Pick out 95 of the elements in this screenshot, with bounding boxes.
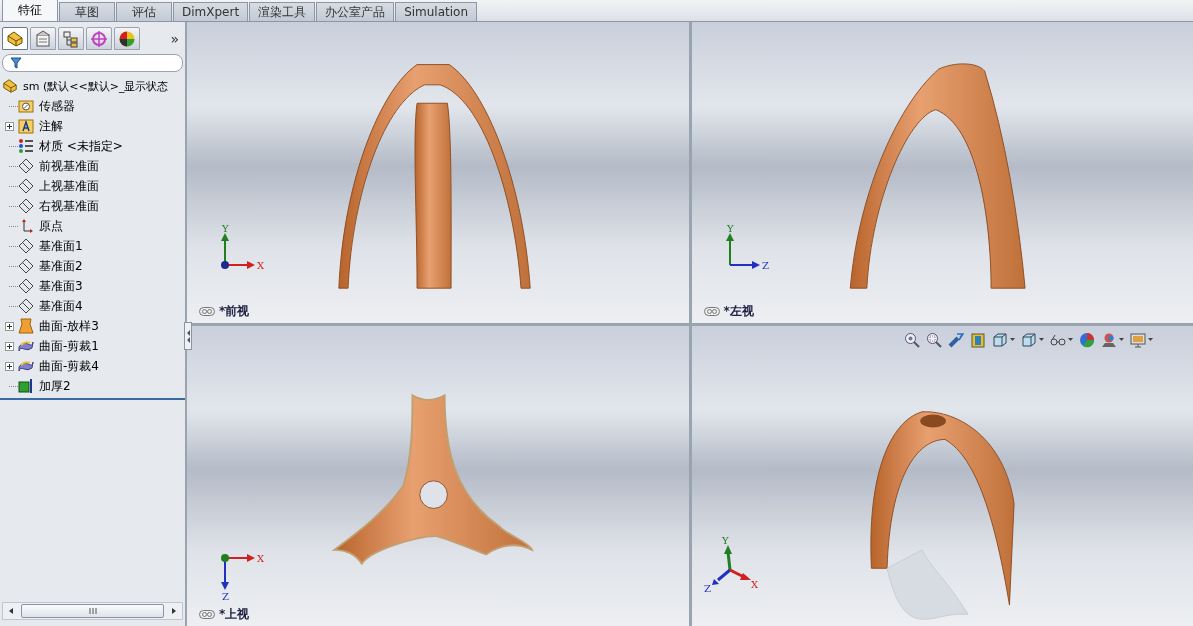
- zoom-icon[interactable]: [904, 331, 920, 348]
- expand-icon[interactable]: [5, 361, 14, 371]
- more-tabs-button[interactable]: »: [170, 30, 179, 47]
- origin-dot: [221, 260, 229, 269]
- scroll-thumb[interactable]: [21, 604, 164, 618]
- tree-item[interactable]: 注解: [39, 117, 63, 135]
- caret-icon[interactable]: [1039, 338, 1044, 341]
- section-view-icon[interactable]: [970, 331, 986, 348]
- axis-label: Z: [222, 591, 229, 602]
- part-icon: [2, 78, 18, 94]
- link-icon[interactable]: [199, 306, 215, 316]
- ribbon-tab[interactable]: Simulation: [395, 2, 478, 21]
- plane-icon: [18, 278, 34, 294]
- z-axis-arrow: [728, 260, 760, 269]
- y-axis-arrow: [723, 545, 732, 571]
- axis-label: Y: [726, 224, 734, 234]
- link-icon[interactable]: [703, 306, 720, 316]
- plane-icon: [18, 198, 34, 214]
- cube-view-icon[interactable]: [992, 331, 1008, 348]
- tree-item[interactable]: 原点: [39, 217, 63, 235]
- caret-icon[interactable]: [1148, 338, 1153, 341]
- trim-surface-icon: [18, 338, 34, 354]
- tree-item[interactable]: 右视基准面: [39, 197, 99, 215]
- expand-icon[interactable]: [5, 121, 14, 131]
- caret-icon[interactable]: [1119, 338, 1124, 341]
- annotation-folder-icon: [18, 118, 34, 134]
- link-icon[interactable]: [199, 610, 215, 619]
- expand-icon[interactable]: [5, 341, 14, 351]
- origin-dot: [221, 554, 229, 562]
- y-axis-arrow: [725, 232, 734, 266]
- axis-label: Y: [222, 224, 229, 234]
- panel-collapse-handle[interactable]: [184, 322, 192, 350]
- view-name: *左视: [723, 302, 754, 320]
- ribbon-tab[interactable]: 草图: [59, 2, 115, 21]
- tree-item[interactable]: 曲面-剪裁1: [39, 337, 99, 355]
- axis-label: Y: [721, 536, 729, 546]
- tree-item[interactable]: 上视基准面: [39, 177, 99, 195]
- axis-label: X: [257, 553, 265, 564]
- ribbon-tab[interactable]: 特征: [2, 0, 58, 21]
- zoom-area-icon[interactable]: [926, 331, 942, 348]
- tree-item[interactable]: 曲面-剪裁4: [39, 357, 99, 375]
- monitor-icon[interactable]: [1130, 331, 1146, 348]
- tree-item[interactable]: 传感器: [39, 97, 75, 115]
- plane-icon: [18, 158, 34, 174]
- viewport[interactable]: Y Z *左视: [691, 22, 1193, 323]
- viewport[interactable]: X Z *上视: [187, 325, 689, 626]
- sensor-folder-icon: [18, 98, 34, 114]
- axis-label: X: [750, 579, 758, 590]
- color-ball-icon[interactable]: [1079, 331, 1095, 348]
- properties-tab[interactable]: [30, 27, 56, 50]
- viewport[interactable]: Y X *前视: [187, 22, 689, 323]
- plane-icon: [18, 178, 34, 194]
- ribbon-tab[interactable]: 评估: [116, 2, 172, 21]
- target-tab[interactable]: [86, 27, 112, 50]
- tree-item[interactable]: 曲面-放样3: [39, 317, 99, 335]
- configuration-tab[interactable]: [58, 27, 84, 50]
- scene-icon[interactable]: [1101, 331, 1117, 348]
- part-name[interactable]: sm (默认<<默认>_显示状态: [23, 78, 169, 94]
- view-name: *上视: [219, 606, 250, 623]
- filter-field[interactable]: [2, 54, 183, 72]
- ribbon-tab[interactable]: DimXpert: [173, 2, 249, 21]
- plane-icon: [18, 238, 34, 254]
- tree-item[interactable]: 前视基准面: [39, 157, 99, 175]
- scroll-left-icon[interactable]: [7, 607, 15, 615]
- horizontal-scrollbar[interactable]: [2, 602, 183, 620]
- viewport[interactable]: Y Z X: [691, 325, 1193, 626]
- x-axis-arrow: [728, 568, 751, 580]
- axis-label: Z: [761, 259, 769, 271]
- loft-surface-icon: [18, 318, 34, 334]
- tree-item[interactable]: 加厚2: [39, 377, 71, 395]
- trim-surface-icon: [18, 358, 34, 374]
- tree-item[interactable]: 基准面4: [39, 297, 83, 315]
- material-icon: [18, 138, 34, 154]
- cube-icon[interactable]: [1021, 331, 1037, 348]
- axis-label: Z: [703, 583, 711, 594]
- tree-item[interactable]: 基准面1: [39, 237, 83, 255]
- tree-item[interactable]: 基准面2: [39, 257, 83, 275]
- plane-icon: [18, 258, 34, 274]
- plane-icon: [18, 298, 34, 314]
- caret-icon[interactable]: [1010, 338, 1015, 341]
- tree-item[interactable]: 基准面3: [39, 277, 83, 295]
- z-axis-arrow: [711, 568, 731, 585]
- axis-label: X: [257, 259, 265, 271]
- ribbon-tab[interactable]: 办公室产品: [316, 2, 395, 21]
- feature-tree-tab[interactable]: [2, 27, 28, 50]
- thicken-icon: [18, 378, 34, 394]
- view-name: *前视: [219, 302, 250, 320]
- tree-item[interactable]: 材质 <未指定>: [39, 137, 123, 155]
- ribbon-tab[interactable]: 渲染工具: [249, 2, 316, 21]
- scroll-right-icon[interactable]: [170, 607, 178, 615]
- previous-view-icon[interactable]: [948, 331, 964, 348]
- filter-icon: [10, 57, 22, 69]
- caret-icon[interactable]: [1068, 338, 1073, 341]
- color-wheel-tab[interactable]: [114, 27, 140, 50]
- expand-icon[interactable]: [5, 321, 14, 331]
